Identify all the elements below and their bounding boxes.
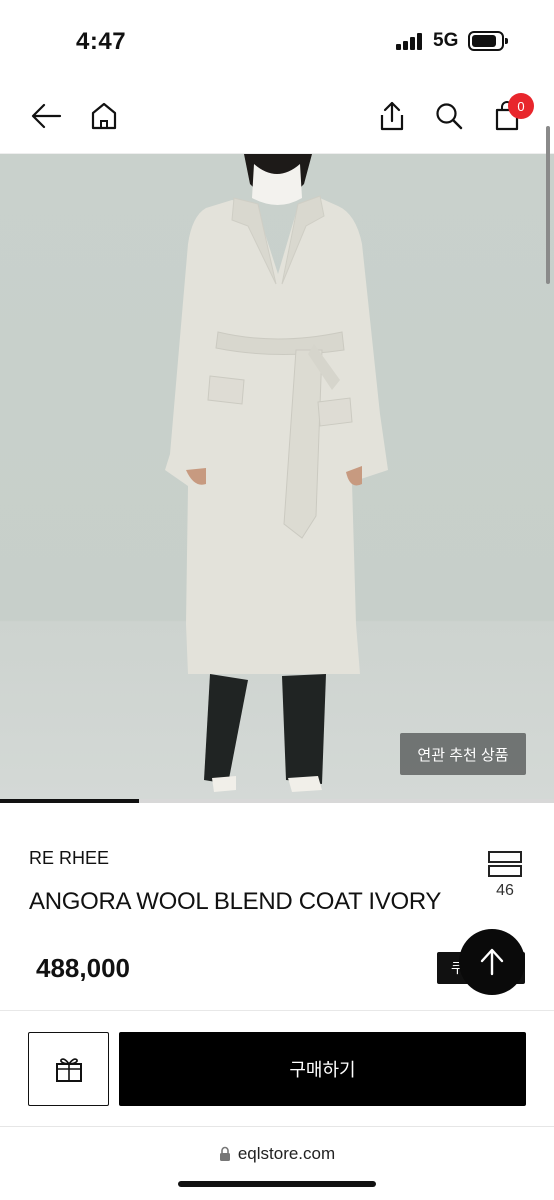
page-scroll-indicator bbox=[546, 126, 550, 284]
network-type: 5G bbox=[433, 30, 459, 51]
gift-icon bbox=[55, 1058, 82, 1082]
arrow-up-icon bbox=[480, 948, 504, 976]
product-image[interactable] bbox=[0, 154, 554, 802]
buy-button[interactable]: 구매하기 bbox=[119, 1032, 526, 1106]
url-display[interactable]: eqlstore.com bbox=[0, 1144, 554, 1164]
back-arrow-icon[interactable] bbox=[28, 98, 64, 134]
cart-count-badge: 0 bbox=[508, 93, 534, 119]
model-coat-illustration bbox=[165, 154, 388, 792]
battery-icon bbox=[468, 31, 508, 51]
related-products-button[interactable]: 연관 추천 상품 bbox=[400, 733, 526, 775]
share-icon[interactable] bbox=[374, 98, 410, 134]
like-button[interactable]: 46 bbox=[482, 850, 528, 900]
status-time: 4:47 bbox=[76, 28, 127, 55]
gift-button[interactable] bbox=[28, 1032, 109, 1106]
image-carousel-progress-fill bbox=[0, 799, 139, 803]
search-icon[interactable] bbox=[431, 98, 467, 134]
like-count: 46 bbox=[496, 882, 514, 899]
like-icon bbox=[488, 851, 522, 877]
product-price: 488,000 bbox=[36, 953, 130, 983]
home-indicator bbox=[178, 1181, 376, 1187]
home-icon[interactable] bbox=[86, 98, 122, 134]
product-brand[interactable]: RE RHEE bbox=[29, 848, 109, 869]
scroll-to-top-button[interactable] bbox=[459, 929, 525, 995]
top-nav-bar bbox=[0, 80, 554, 154]
lock-icon bbox=[219, 1146, 230, 1161]
image-carousel-progress bbox=[0, 799, 554, 803]
status-bar: 4:47 5G bbox=[0, 0, 554, 80]
url-text: eqlstore.com bbox=[237, 1144, 336, 1163]
signal-icon bbox=[396, 32, 426, 50]
product-title: ANGORA WOOL BLEND COAT IVORY bbox=[29, 888, 442, 915]
